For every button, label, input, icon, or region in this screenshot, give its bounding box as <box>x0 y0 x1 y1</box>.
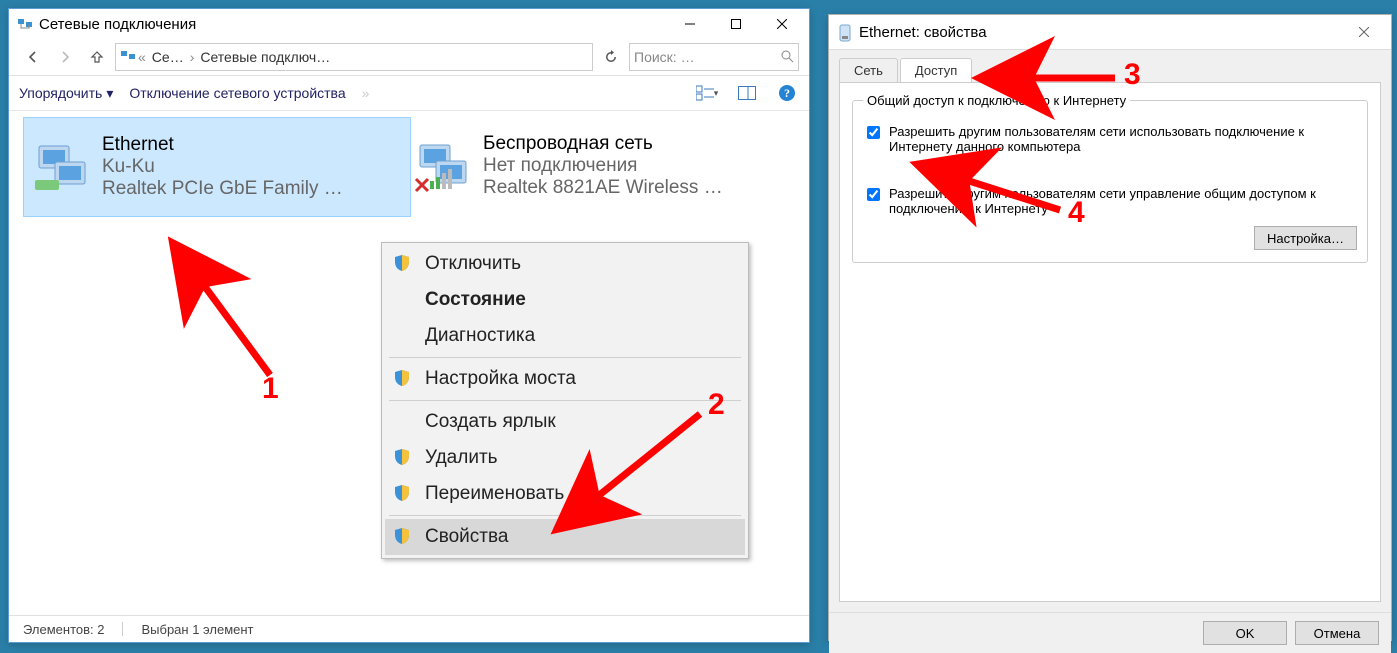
shield-icon <box>393 369 413 389</box>
minimize-button[interactable] <box>667 9 713 39</box>
search-input[interactable]: Поиск: … <box>629 43 799 71</box>
menu-state[interactable]: Состояние <box>385 282 745 318</box>
disable-device-button[interactable]: Отключение сетевого устройства <box>129 85 345 101</box>
context-menu: Отключить Состояние Диагностика Настройк… <box>381 242 749 559</box>
conn-name: Ethernet <box>102 134 343 156</box>
conn-device: Realtek PCIe GbE Family … <box>102 178 343 200</box>
shield-icon <box>393 484 413 504</box>
shield-icon <box>393 527 413 547</box>
connection-ethernet[interactable]: Ethernet Ku-Ku Realtek PCIe GbE Family … <box>23 117 411 217</box>
allow-control-checkbox[interactable]: Разрешить другим пользователям сети упра… <box>863 186 1357 216</box>
settings-button[interactable]: Настройка… <box>1254 226 1357 250</box>
menu-bridge[interactable]: Настройка моста <box>385 361 745 397</box>
cancel-button[interactable]: Отмена <box>1295 621 1379 645</box>
ok-button[interactable]: OK <box>1203 621 1287 645</box>
status-selected: Выбран 1 элемент <box>141 622 253 637</box>
network-icon <box>17 16 33 32</box>
conn-device: Realtek 8821AE Wireless … <box>483 177 723 199</box>
nav-up-button[interactable] <box>83 43 111 71</box>
window-title: Сетевые подключения <box>39 16 667 33</box>
anno-3: 3 <box>1124 58 1141 92</box>
menu-disable[interactable]: Отключить <box>385 246 745 282</box>
anno-1: 1 <box>262 372 279 406</box>
conn-name: Беспроводная сеть <box>483 133 723 155</box>
allow-share-checkbox[interactable]: Разрешить другим пользователям сети испо… <box>863 124 1357 154</box>
conn-status: Ku-Ku <box>102 156 343 178</box>
chevron-down-icon: ▾ <box>106 85 113 102</box>
ethernet-icon <box>32 137 92 197</box>
nav-forward-button[interactable] <box>51 43 79 71</box>
refresh-button[interactable] <box>597 43 625 71</box>
network-icon <box>120 48 136 67</box>
menu-rename[interactable]: Переименовать <box>385 476 745 512</box>
menu-delete[interactable]: Удалить <box>385 440 745 476</box>
anno-2: 2 <box>708 388 725 422</box>
search-placeholder: Поиск: … <box>634 49 695 65</box>
view-button[interactable]: ▾ <box>695 81 719 105</box>
shield-icon <box>393 254 413 274</box>
menu-create-shortcut[interactable]: Создать ярлык <box>385 404 745 440</box>
dialog-titlebar: Ethernet: свойства <box>829 15 1391 50</box>
wireless-icon <box>413 136 473 196</box>
dialog-close-button[interactable] <box>1341 17 1387 47</box>
preview-pane-button[interactable] <box>735 81 759 105</box>
status-count: Элементов: 2 <box>23 622 104 637</box>
group-legend: Общий доступ к подключению к Интернету <box>863 93 1130 108</box>
help-button[interactable]: ? <box>775 81 799 105</box>
svg-text:?: ? <box>784 86 790 100</box>
menu-diagnostics[interactable]: Диагностика <box>385 318 745 354</box>
adapter-icon <box>837 24 853 40</box>
maximize-button[interactable] <box>713 9 759 39</box>
connection-wireless[interactable]: Беспроводная сеть Нет подключения Realte… <box>405 117 791 215</box>
shield-icon <box>393 448 413 468</box>
toolbar: Упорядочить▾ Отключение сетевого устройс… <box>9 76 809 111</box>
address-row: « Се… › Сетевые подключ… Поиск: … <box>9 39 809 76</box>
ics-group: Общий доступ к подключению к Интернету Р… <box>852 93 1368 263</box>
status-bar: Элементов: 2 Выбран 1 элемент <box>9 615 809 642</box>
dialog-title: Ethernet: свойства <box>859 24 1341 41</box>
conn-status: Нет подключения <box>483 155 723 177</box>
nav-back-button[interactable] <box>19 43 47 71</box>
anno-4: 4 <box>1068 196 1085 230</box>
close-button[interactable] <box>759 9 805 39</box>
organize-button[interactable]: Упорядочить▾ <box>19 85 113 102</box>
address-bar[interactable]: « Се… › Сетевые подключ… <box>115 43 593 71</box>
search-icon <box>780 49 794 66</box>
menu-properties[interactable]: Свойства <box>385 519 745 555</box>
tab-panel-access: Общий доступ к подключению к Интернету Р… <box>839 82 1381 602</box>
tab-access[interactable]: Доступ <box>900 58 972 82</box>
window-titlebar: Сетевые подключения <box>9 9 809 39</box>
tab-network[interactable]: Сеть <box>839 58 898 82</box>
